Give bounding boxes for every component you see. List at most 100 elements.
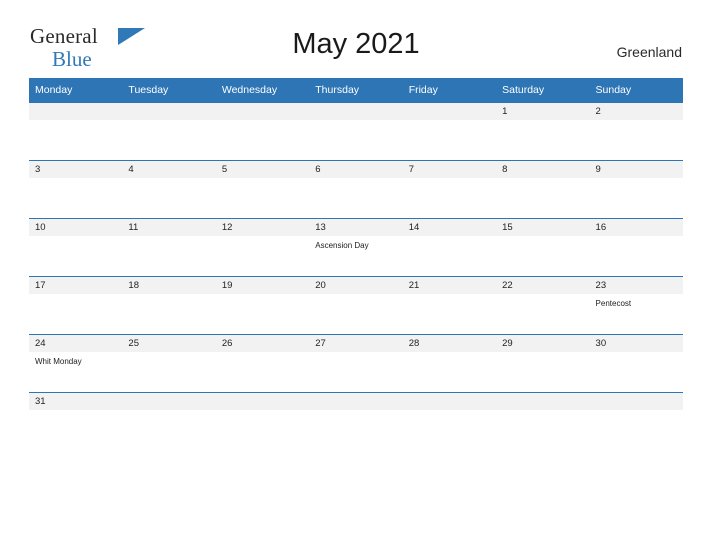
day-number: 5 [215, 160, 310, 178]
day-event [309, 352, 402, 356]
day-cell[interactable]: 14 [402, 218, 497, 276]
day-cell[interactable]: 24 Whit Monday [29, 334, 123, 392]
day-cell[interactable]: 21 [402, 276, 497, 334]
day-number: 6 [309, 160, 403, 178]
day-number [215, 102, 310, 120]
day-number: 9 [589, 160, 683, 178]
day-event [403, 178, 496, 182]
day-event [122, 178, 215, 182]
day-event [496, 352, 589, 356]
day-cell[interactable] [122, 392, 216, 414]
day-number: 4 [122, 160, 216, 178]
day-cell[interactable]: 2 [589, 102, 683, 160]
day-event [403, 120, 496, 124]
day-number: 27 [309, 334, 403, 352]
day-cell[interactable] [29, 102, 123, 160]
day-event [496, 294, 589, 298]
day-event [403, 294, 496, 298]
day-cell[interactable]: 22 [496, 276, 590, 334]
day-number [589, 392, 683, 410]
day-number: 23 [589, 276, 683, 294]
day-cell[interactable] [309, 392, 403, 414]
page-title: May 2021 [292, 28, 420, 60]
day-event [590, 178, 683, 182]
day-number: 11 [122, 218, 216, 236]
day-cell[interactable]: 9 [589, 160, 683, 218]
day-event [216, 294, 309, 298]
day-cell[interactable]: 30 [589, 334, 683, 392]
day-event [122, 294, 215, 298]
day-cell[interactable] [496, 392, 590, 414]
day-event [29, 236, 122, 240]
day-cell[interactable]: 26 [215, 334, 310, 392]
day-number [309, 102, 403, 120]
weekday-header-tuesday: Tuesday [122, 78, 216, 102]
day-event [122, 236, 215, 240]
day-cell[interactable]: 13 Ascension Day [309, 218, 403, 276]
day-cell[interactable] [215, 102, 310, 160]
day-cell[interactable]: 4 [122, 160, 216, 218]
day-event [590, 236, 683, 240]
day-event [496, 178, 589, 182]
day-cell[interactable]: 11 [122, 218, 216, 276]
day-number: 7 [402, 160, 497, 178]
day-cell[interactable]: 31 [29, 392, 123, 414]
day-cell[interactable]: 25 [122, 334, 216, 392]
day-cell[interactable]: 7 [402, 160, 497, 218]
day-cell[interactable]: 20 [309, 276, 403, 334]
day-cell[interactable]: 5 [215, 160, 310, 218]
day-cell[interactable]: 12 [215, 218, 310, 276]
day-event [309, 120, 402, 124]
day-event [29, 178, 122, 182]
day-cell[interactable] [122, 102, 216, 160]
day-cell[interactable]: 6 [309, 160, 403, 218]
day-cell[interactable]: 27 [309, 334, 403, 392]
day-number: 1 [496, 102, 590, 120]
day-cell[interactable]: 16 [589, 218, 683, 276]
day-number [29, 102, 123, 120]
day-cell[interactable] [215, 392, 310, 414]
day-number: 14 [402, 218, 497, 236]
day-cell[interactable]: 8 [496, 160, 590, 218]
calendar-week-row: 17 18 19 20 21 22 23 Pentecost [29, 276, 683, 334]
weekday-header-friday: Friday [402, 78, 497, 102]
day-number [496, 392, 590, 410]
day-event [29, 120, 122, 124]
day-cell[interactable] [589, 392, 683, 414]
day-cell[interactable]: 23 Pentecost [589, 276, 683, 334]
day-event [309, 178, 402, 182]
day-event [403, 352, 496, 356]
calendar-body: 1 2 3 4 5 6 7 8 9 10 11 12 13 Ascension D… [29, 102, 683, 414]
day-number: 20 [309, 276, 403, 294]
day-number: 8 [496, 160, 590, 178]
day-number: 12 [215, 218, 310, 236]
day-cell[interactable]: 10 [29, 218, 123, 276]
day-number: 29 [496, 334, 590, 352]
day-number [122, 392, 216, 410]
day-cell[interactable]: 15 [496, 218, 590, 276]
calendar-week-row: 24 Whit Monday 25 26 27 28 29 30 [29, 334, 683, 392]
day-number [402, 102, 497, 120]
day-number: 15 [496, 218, 590, 236]
day-number: 16 [589, 218, 683, 236]
day-cell[interactable]: 28 [402, 334, 497, 392]
day-number: 10 [29, 218, 123, 236]
day-cell[interactable]: 18 [122, 276, 216, 334]
day-cell[interactable]: 1 [496, 102, 590, 160]
day-event [496, 120, 589, 124]
day-cell[interactable]: 3 [29, 160, 123, 218]
day-cell[interactable] [402, 102, 497, 160]
page-header: General Blue May 2021 Greenland [0, 0, 712, 70]
day-event [122, 120, 215, 124]
day-cell[interactable] [402, 392, 497, 414]
day-event [590, 352, 683, 356]
day-cell[interactable]: 29 [496, 334, 590, 392]
day-cell[interactable]: 19 [215, 276, 310, 334]
day-cell[interactable] [309, 102, 403, 160]
day-cell[interactable]: 17 [29, 276, 123, 334]
day-number: 25 [122, 334, 216, 352]
day-number: 31 [29, 392, 123, 410]
day-number: 19 [215, 276, 310, 294]
day-event [496, 236, 589, 240]
day-number [215, 392, 310, 410]
